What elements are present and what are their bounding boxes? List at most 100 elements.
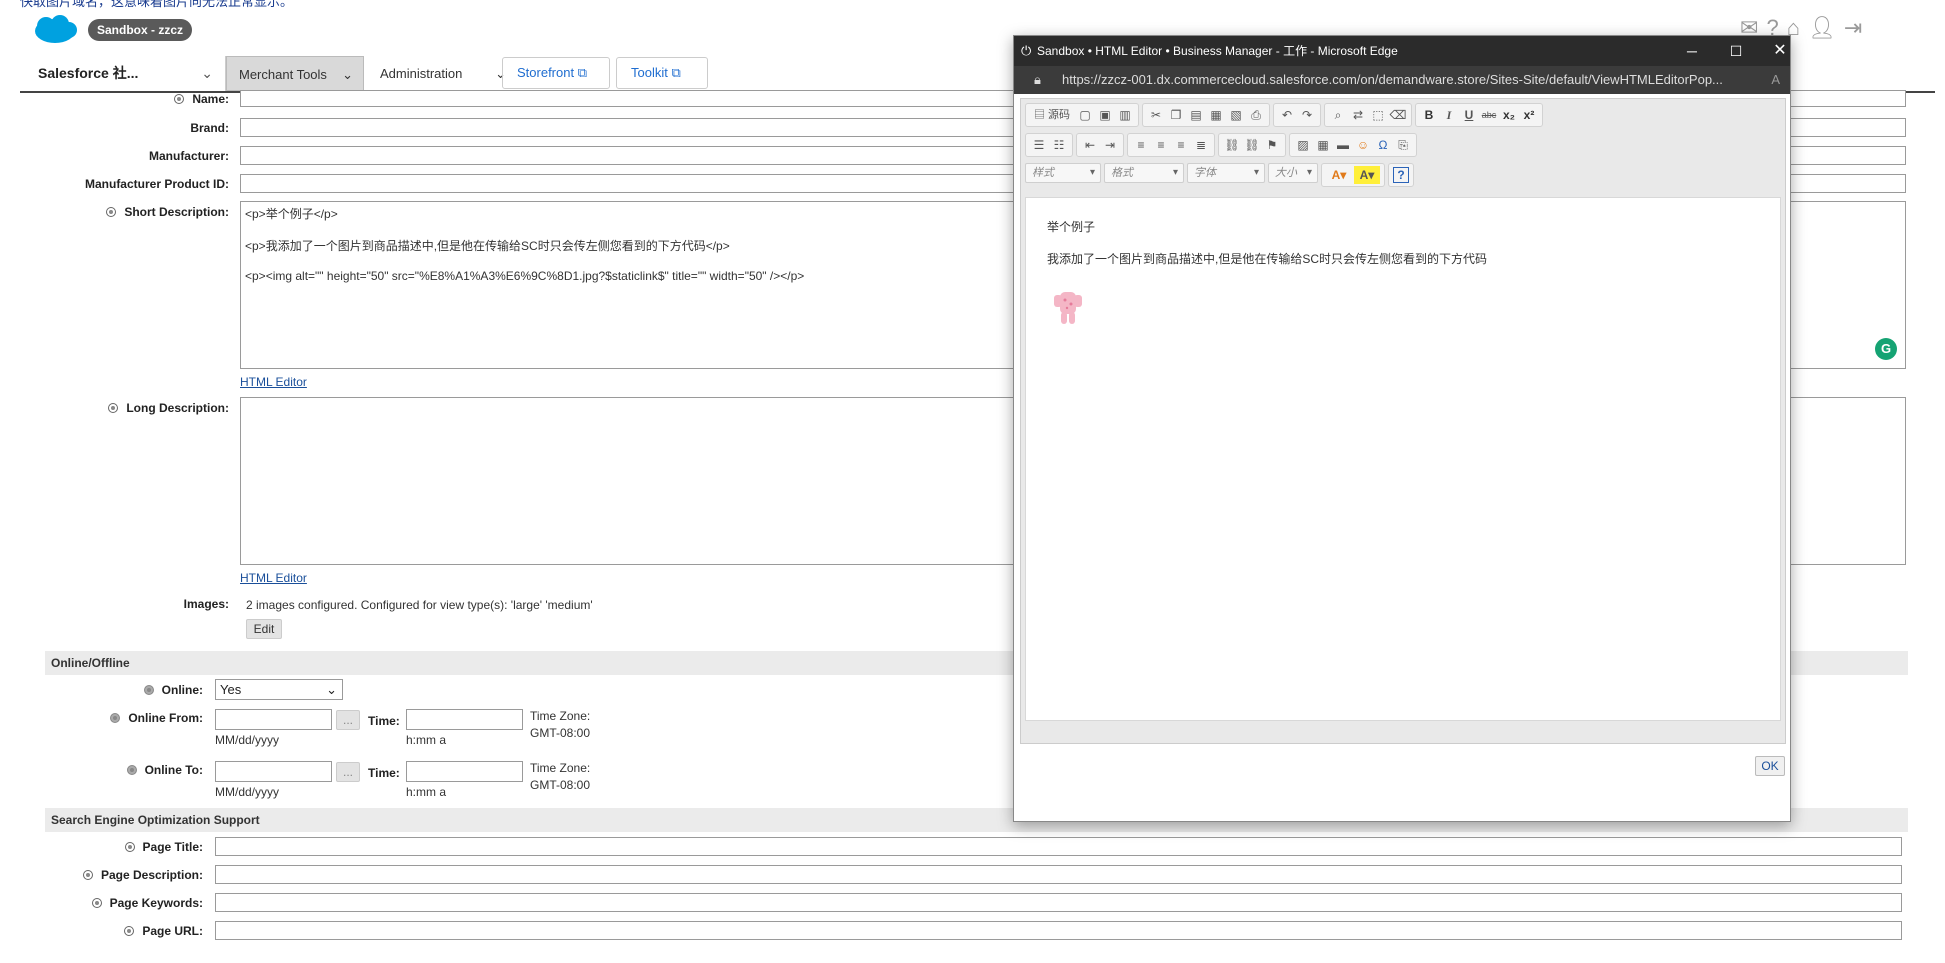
- images-edit-button[interactable]: Edit: [246, 619, 282, 639]
- online-from-label: Online From:: [110, 711, 203, 725]
- undo-icon[interactable]: ↶: [1278, 106, 1296, 124]
- short-desc-line-3: <p><img alt="" height="50" src="%E8%A1%A…: [245, 269, 805, 283]
- subscript-button[interactable]: x₂: [1500, 106, 1518, 124]
- about-icon[interactable]: ?: [1393, 167, 1409, 183]
- superscript-button[interactable]: x²: [1520, 106, 1538, 124]
- editor-toolbar-row-2: ☰ ☷ ⇤ ⇥ ≡ ≡ ≡ ≣ ⛓ ⛓ ⚑ ▨ ▦ ▬ ☺ Ω ⎘: [1025, 133, 1417, 157]
- popup-address-bar: 🔒︎ https://zzcz-001.dx.commercecloud.sal…: [1014, 66, 1790, 94]
- paste-text-icon[interactable]: ▦: [1207, 106, 1225, 124]
- nav-storefront-label: Storefront: [517, 65, 575, 80]
- indent-icon[interactable]: ⇥: [1101, 136, 1119, 154]
- source-button[interactable]: ▤ 源码: [1030, 106, 1074, 124]
- page-break-icon[interactable]: ⎘: [1394, 136, 1412, 154]
- bg-color-icon[interactable]: A▾: [1354, 166, 1380, 184]
- italic-button[interactable]: I: [1440, 106, 1458, 124]
- maximize-icon[interactable]: ☐: [1714, 36, 1758, 66]
- minimize-icon[interactable]: ─: [1670, 36, 1714, 66]
- align-right-icon[interactable]: ≡: [1172, 136, 1190, 154]
- read-aloud-icon[interactable]: A: [1771, 66, 1780, 94]
- manufacturer-label: Manufacturer:: [148, 149, 229, 163]
- toolbar-group-colors: A▾ A▾: [1321, 163, 1385, 187]
- new-page-icon[interactable]: ▢: [1076, 106, 1094, 124]
- replace-icon[interactable]: ⇄: [1349, 106, 1367, 124]
- nav-merchant-tools-label: Merchant Tools: [239, 67, 327, 82]
- remove-format-icon[interactable]: ⌫: [1389, 106, 1407, 124]
- nav-toolkit-label: Toolkit: [631, 65, 668, 80]
- outdent-icon[interactable]: ⇤: [1081, 136, 1099, 154]
- user-icon[interactable]: 👤︎: [1808, 16, 1836, 40]
- link-icon[interactable]: ⛓: [1223, 136, 1241, 154]
- font-combo[interactable]: 字体: [1187, 163, 1265, 183]
- size-combo[interactable]: 大小: [1268, 163, 1318, 183]
- format-combo[interactable]: 格式: [1104, 163, 1184, 183]
- logout-icon[interactable]: ⇥: [1844, 16, 1862, 40]
- page-url-input[interactable]: [215, 921, 1902, 940]
- special-char-icon[interactable]: Ω: [1374, 136, 1392, 154]
- online-to-date-input[interactable]: [215, 761, 332, 782]
- page-description-input[interactable]: [215, 865, 1902, 884]
- select-all-icon[interactable]: ⬚: [1369, 106, 1387, 124]
- locale-radio-icon: [143, 685, 154, 695]
- image-icon[interactable]: ▨: [1294, 136, 1312, 154]
- templates-icon[interactable]: ▥: [1116, 106, 1134, 124]
- print-icon[interactable]: ⎙: [1247, 106, 1265, 124]
- short-desc-line-1: <p>举个例子</p>: [245, 207, 338, 221]
- copy-icon[interactable]: ❐: [1167, 106, 1185, 124]
- locale-radio-icon: [110, 713, 121, 723]
- page-keywords-input[interactable]: [215, 893, 1902, 912]
- unlink-icon[interactable]: ⛓: [1243, 136, 1261, 154]
- toolbar-group-about: ?: [1388, 163, 1414, 187]
- styles-combo[interactable]: 样式: [1025, 163, 1101, 183]
- salesforce-logo: [35, 15, 77, 43]
- bold-button[interactable]: B: [1420, 106, 1438, 124]
- popup-ok-button[interactable]: OK: [1755, 756, 1785, 776]
- nav-administration-label: Administration: [380, 66, 463, 81]
- cut-icon[interactable]: ✂: [1147, 106, 1165, 124]
- numbered-list-icon[interactable]: ☰: [1030, 136, 1048, 154]
- online-from-date-picker[interactable]: ...: [336, 710, 360, 730]
- page-keywords-label: Page Keywords:: [91, 896, 203, 910]
- smiley-icon[interactable]: ☺: [1354, 136, 1372, 154]
- preview-icon[interactable]: ▣: [1096, 106, 1114, 124]
- online-from-time-input[interactable]: [406, 709, 523, 730]
- bulleted-list-icon[interactable]: ☷: [1050, 136, 1068, 154]
- paste-icon[interactable]: ▤: [1187, 106, 1205, 124]
- close-icon[interactable]: ✕: [1758, 36, 1802, 66]
- online-from-date-input[interactable]: [215, 709, 332, 730]
- external-link-icon: ⧉: [671, 65, 681, 80]
- chevron-down-icon: ⌄: [326, 682, 337, 697]
- nav-merchant-tools[interactable]: Merchant Tools ⌄: [226, 56, 364, 91]
- underline-button[interactable]: U: [1460, 106, 1478, 124]
- align-justify-icon[interactable]: ≣: [1192, 136, 1210, 154]
- align-center-icon[interactable]: ≡: [1152, 136, 1170, 154]
- anchor-icon[interactable]: ⚑: [1263, 136, 1281, 154]
- html-editor-link-long[interactable]: HTML Editor: [240, 571, 307, 585]
- long-description-label: Long Description:: [108, 401, 229, 415]
- page-title-input[interactable]: [215, 837, 1902, 856]
- online-to-time-input[interactable]: [406, 761, 523, 782]
- html-editor-link-short[interactable]: HTML Editor: [240, 375, 307, 389]
- redo-icon[interactable]: ↷: [1298, 106, 1316, 124]
- editor-content-area[interactable]: 举个例子 我添加了一个图片到商品描述中,但是他在传输给SC时只会传左侧您看到的下…: [1025, 197, 1781, 721]
- styles-combo-label: 样式: [1032, 167, 1054, 179]
- strike-button[interactable]: abc: [1480, 106, 1498, 124]
- online-select[interactable]: Yes ⌄: [215, 679, 343, 700]
- horizontal-rule-icon[interactable]: ▬: [1334, 136, 1352, 154]
- toolbar-group-insert: ▨ ▦ ▬ ☺ Ω ⎘: [1289, 133, 1417, 157]
- toolbar-group-lists: ☰ ☷: [1025, 133, 1073, 157]
- name-label: Name:: [174, 92, 229, 106]
- grammarly-icon[interactable]: G: [1875, 338, 1897, 360]
- table-icon[interactable]: ▦: [1314, 136, 1332, 154]
- app-switcher[interactable]: Salesforce 社... ⌄: [20, 56, 226, 91]
- nav-storefront[interactable]: Storefront ⧉: [502, 57, 610, 89]
- nav-toolkit[interactable]: Toolkit ⧉: [616, 57, 708, 89]
- text-color-icon[interactable]: A▾: [1326, 166, 1352, 184]
- short-description-label: Short Description:: [106, 205, 229, 219]
- online-to-date-picker[interactable]: ...: [336, 762, 360, 782]
- chevron-down-icon: ⌄: [342, 67, 353, 82]
- align-left-icon[interactable]: ≡: [1132, 136, 1150, 154]
- popup-url[interactable]: https://zzcz-001.dx.commercecloud.salesf…: [1062, 66, 1723, 94]
- find-icon[interactable]: ⌕: [1329, 106, 1347, 124]
- paste-word-icon[interactable]: ▧: [1227, 106, 1245, 124]
- nav-administration[interactable]: Administration ⌄: [368, 56, 518, 91]
